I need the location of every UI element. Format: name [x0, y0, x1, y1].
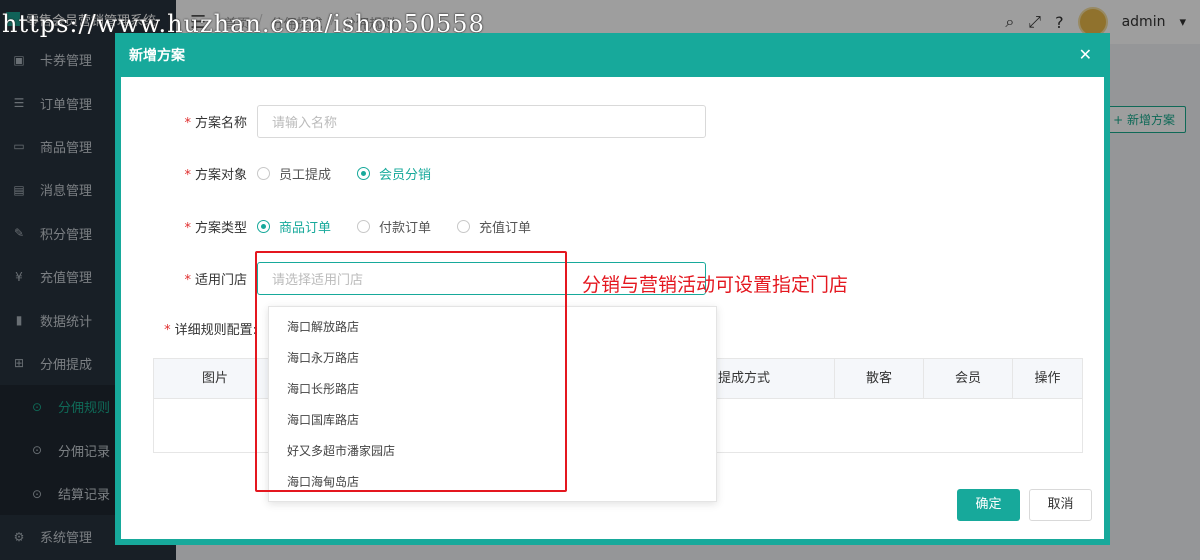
plan-type-radios: 商品订单 付款订单 充值订单 [257, 217, 531, 236]
annotation-text: 分销与营销活动可设置指定门店 [582, 274, 849, 296]
plan-name-input[interactable]: 请输入名称 [257, 105, 706, 138]
column-header-member: 会员 [923, 359, 1012, 399]
radio-circle [257, 167, 270, 180]
annotation-highlight-box [255, 251, 567, 492]
plan-target-row: * 方案对象 员工提成 会员分销 [127, 164, 431, 183]
radio-circle [257, 220, 270, 233]
confirm-button[interactable]: 确定 [957, 489, 1020, 521]
radio-employee-commission[interactable]: 员工提成 [257, 164, 331, 183]
dialog-title: 新增方案 [129, 48, 185, 64]
radio-product-order[interactable]: 商品订单 [257, 217, 331, 236]
radio-circle [357, 167, 371, 180]
radio-member-distribution[interactable]: 会员分销 [357, 164, 431, 183]
cancel-button[interactable]: 取消 [1029, 489, 1092, 521]
plan-name-label: * 方案名称 [184, 116, 247, 131]
store-label: * 适用门店 [184, 273, 247, 288]
column-header-action: 操作 [1012, 359, 1082, 399]
close-icon[interactable]: ✕ [1079, 45, 1092, 64]
plan-target-radios: 员工提成 会员分销 [257, 164, 431, 183]
radio-recharge-order[interactable]: 充值订单 [457, 217, 531, 236]
column-header-walk-in: 散客 [834, 359, 923, 399]
rules-row: * 详细规则配置: [91, 319, 267, 338]
radio-circle [457, 220, 471, 233]
plan-type-row: * 方案类型 商品订单 付款订单 充值订单 [127, 217, 531, 236]
dialog-header: 新增方案 ✕ [115, 33, 1110, 77]
plan-type-label: * 方案类型 [184, 221, 247, 236]
rules-label: * 详细规则配置: [164, 323, 257, 338]
radio-payment-order[interactable]: 付款订单 [357, 217, 431, 236]
radio-circle [357, 220, 371, 233]
plan-name-row: * 方案名称 请输入名称 [127, 105, 706, 138]
plan-target-label: * 方案对象 [184, 168, 247, 183]
